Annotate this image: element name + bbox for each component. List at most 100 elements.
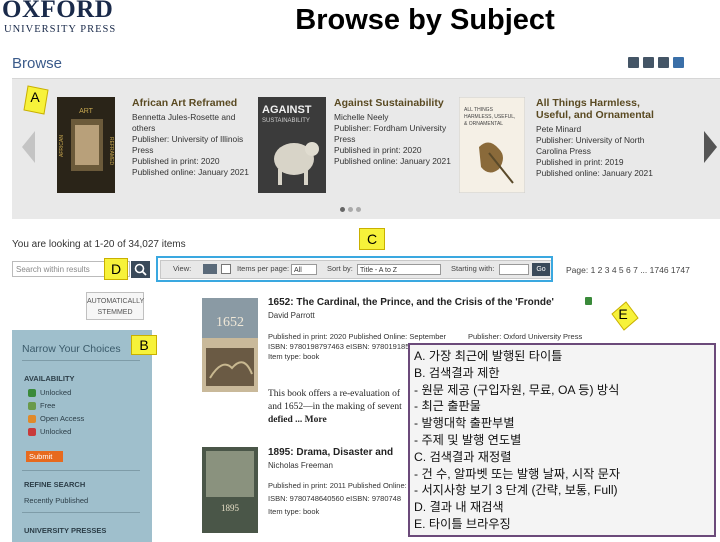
availability-option[interactable]: Free [40,401,55,410]
print-icon[interactable] [628,57,639,68]
callout-a-label: A [30,89,40,105]
divider [22,512,140,513]
free-icon[interactable] [28,402,36,410]
svg-text:SUSTAINABILITY: SUSTAINABILITY [262,118,310,124]
university-presses-label: UNIVERSITY PRESSES [24,526,107,535]
logo-wordmark: OXFORD [2,0,114,23]
pagination[interactable]: Page: 1 2 3 4 5 6 7 ... 1746 1747 [566,265,690,275]
carousel-dot[interactable] [356,207,361,212]
callout-c-highlight-box [156,256,553,282]
availability-option[interactable]: Open Access [40,414,84,423]
result-desc-2: and 1652—in the making of sevent [268,402,402,412]
carousel-pagination [340,207,361,212]
book-info-3: All Things Harmless, Useful, and Ornamen… [536,97,656,179]
result-author-1[interactable]: David Parrott [268,311,315,321]
svg-text:ART: ART [79,108,94,115]
slide-title: Browse by Subject [295,4,555,36]
book-line: Published in print: 2019 [536,157,624,167]
unlocked-icon [585,297,592,305]
svg-text:& ORNAMENTAL: & ORNAMENTAL [464,121,503,127]
availability-label: AVAILABILITY [24,374,75,383]
legend-line: - 최근 출판물 [414,399,481,414]
result-published-2: Published in print: 2011 Published Onlin… [268,481,418,490]
legend-box: A. 가장 최근에 발행된 타이틀 B. 검색결과 제한 - 원문 제공 (구입… [408,343,716,537]
result-item-type-1: Item type: book [268,352,320,361]
divider [22,470,140,471]
book-line: Published online: January 2021 [334,156,451,166]
svg-text:REFRAMED: REFRAMED [108,137,114,165]
legend-line: - 원문 제공 (구입자원, 무료, OA 등) 방식 [414,382,620,397]
page-tools [628,57,684,68]
narrow-choices-sidebar: Narrow Your Choices AVAILABILITY Unlocke… [12,330,152,542]
open-access-icon[interactable] [28,415,36,423]
legend-line: - 발행대학 출판부별 [414,416,515,431]
result-title-1[interactable]: 1652: The Cardinal, the Prince, and the … [268,297,554,308]
results-summary: You are looking at 1-20 of 34,027 items [12,239,186,250]
result-published-1: Published in print: 2020 Published Onlin… [268,332,447,341]
carousel-next-arrow-icon[interactable] [704,131,717,163]
svg-text:ALL THINGS: ALL THINGS [464,107,494,113]
book-line: Published in print: 2020 [132,156,220,166]
book-line: Published online: January 2021 [536,168,653,178]
book-line: Published online: January 2021 [132,167,249,177]
result-author-2[interactable]: Nicholas Freeman [268,461,333,471]
callout-b-label: B [131,335,157,355]
svg-text:HARMLESS, USEFUL,: HARMLESS, USEFUL, [464,114,515,120]
save-icon[interactable] [643,57,654,68]
callout-e-label: E [618,306,628,322]
svg-text:AGAINST: AGAINST [262,104,312,116]
carousel-dot[interactable] [348,207,353,212]
unlocked-icon[interactable] [28,389,36,397]
oxford-logo[interactable]: OXFORD UNIVERSITY PRESS [0,0,132,40]
book-title-3[interactable]: All Things Harmless, Useful, and Ornamen… [536,97,656,121]
legend-line: - 건 수, 알파벳 또는 발행 날짜, 시작 문자 [414,466,621,481]
book-line: Bennetta Jules-Rosette and [132,112,236,122]
book-title-2[interactable]: Against Sustainability [334,97,454,109]
book-line: Publisher: University of North [536,135,645,145]
book-cover-1[interactable]: ART AFRICAN REFRAMED [57,97,115,193]
lock-icon[interactable] [28,428,36,436]
book-cover-3[interactable]: ALL THINGS HARMLESS, USEFUL, & ORNAMENTA… [459,97,525,193]
email-icon[interactable] [658,57,669,68]
legend-line: D. 결과 내 재검색 [414,500,504,515]
browse-heading: Browse [12,55,63,72]
search-icon [134,263,147,276]
submit-button[interactable]: Submit [26,451,63,462]
result-cover-2[interactable]: 1895 [202,447,258,533]
auto-stemmed-box: AUTOMATICALLY STEMMED [86,292,144,320]
refine-option[interactable]: Recently Published [24,496,88,505]
svg-text:1895: 1895 [221,503,240,513]
availability-option[interactable]: Unlocked [40,427,71,436]
carousel-prev-arrow-icon[interactable] [22,131,35,163]
result-publisher-1: Publisher: Oxford University Press [468,332,583,341]
result-title-2[interactable]: 1895: Drama, Disaster and [268,447,393,458]
legend-line: - 서지사항 보기 3 단계 (간략, 보통, Full) [414,483,618,498]
result-desc-1: This book offers a re-evaluation of [268,389,400,399]
availability-option[interactable]: Unlocked [40,388,71,397]
book-line: Press [132,145,154,155]
result-more-link[interactable]: defied ... More [268,414,327,427]
book-cover-2[interactable]: AGAINST SUSTAINABILITY [258,97,326,193]
book-title-1[interactable]: African Art Reframed [132,97,252,109]
carousel-dot[interactable] [340,207,345,212]
svg-text:1652: 1652 [216,315,244,330]
legend-line: C. 검색결과 재정렬 [414,449,512,464]
result-cover-1[interactable]: 1652 [202,298,258,392]
result-item-type-2: Item type: book [268,507,320,516]
legend-line: B. 검색결과 제한 [414,365,500,380]
book-line: Pete Minard [536,124,582,134]
book-info-2: Against Sustainability Michelle Neely Pu… [334,97,454,167]
book-line: Publisher: Fordham University [334,123,447,133]
share-icon[interactable] [673,57,684,68]
result-isbn-1: ISBN: 9780198797463 eISBN: 978019185 [268,342,410,351]
svg-text:AFRICAN: AFRICAN [59,135,65,157]
book-line: Michelle Neely [334,112,389,122]
book-line: Press [334,134,356,144]
auto-stemmed-label: AUTOMATICALLY [87,298,145,305]
search-button[interactable] [131,261,150,278]
result-isbn-2: ISBN: 9780748640560 eISBN: 9780748 [268,494,402,503]
book-line: others [132,123,156,133]
new-titles-carousel: ART AFRICAN REFRAMED African Art Reframe… [12,78,720,219]
legend-line: A. 가장 최근에 발행된 타이틀 [414,349,563,363]
book-line: Published in print: 2020 [334,145,422,155]
